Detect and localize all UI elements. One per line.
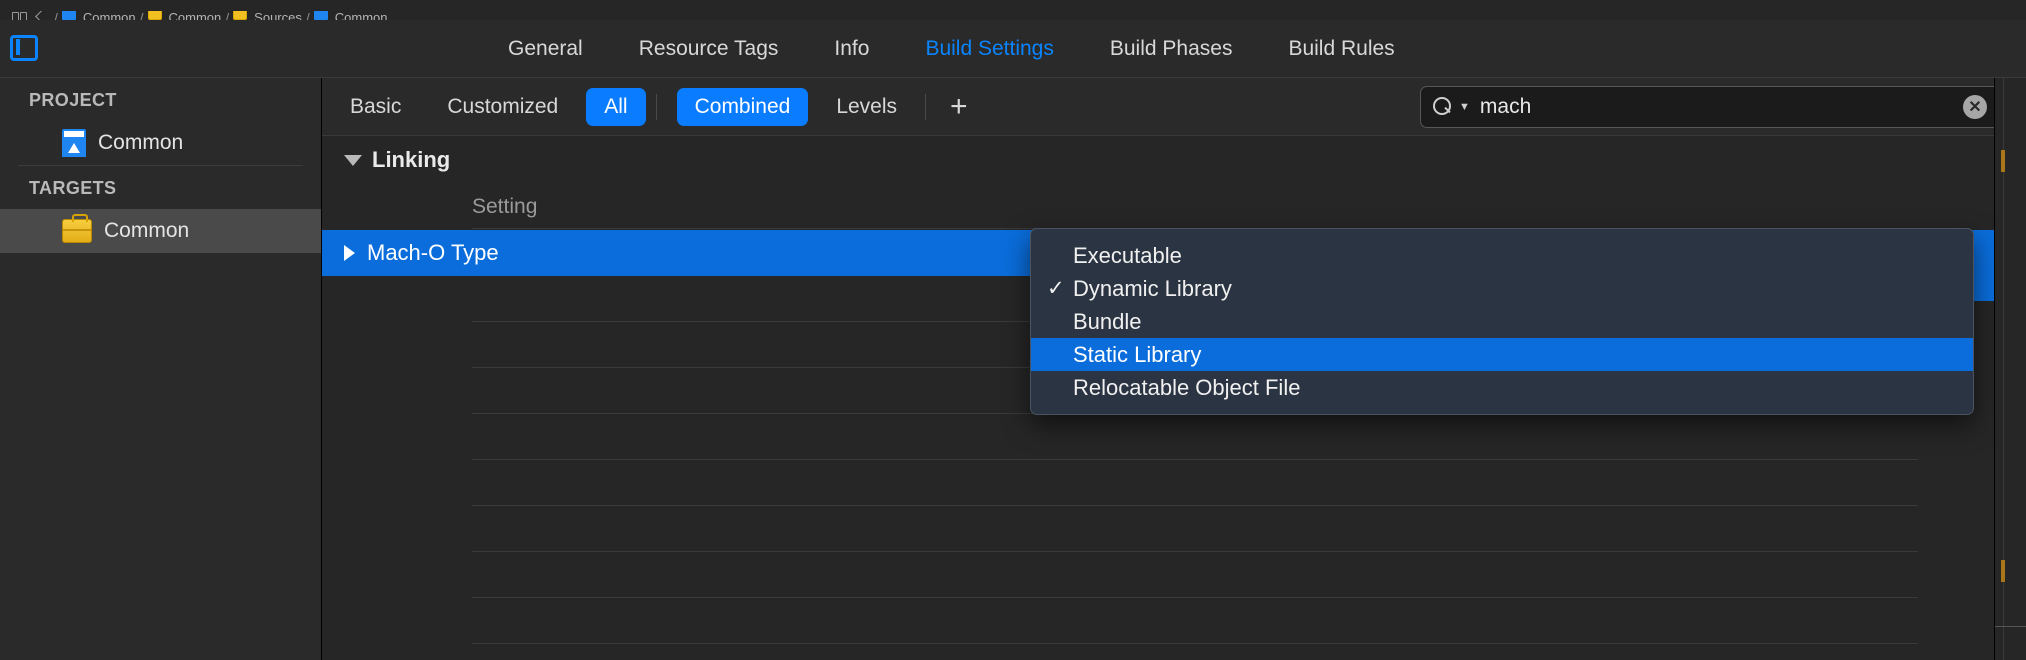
- filter-basic[interactable]: Basic: [332, 88, 419, 126]
- menu-item-label: Dynamic Library: [1073, 275, 1232, 301]
- breadcrumb-item[interactable]: Common: [310, 0, 392, 20]
- breadcrumb[interactable]: / Common / Common / Sources / Common: [0, 0, 2026, 20]
- project-document-icon: [62, 129, 86, 157]
- mach-o-type-dropdown-menu: Executable ✓ Dynamic Library Bundle Stat…: [1030, 228, 1974, 415]
- tab-build-settings[interactable]: Build Settings: [897, 20, 1081, 78]
- table-row[interactable]: [472, 644, 1918, 660]
- tab-build-phases[interactable]: Build Phases: [1082, 20, 1261, 78]
- left-panel-toggle-icon[interactable]: [10, 35, 38, 61]
- sidebar-section-targets: TARGETS: [29, 178, 117, 198]
- filter-customized[interactable]: Customized: [429, 88, 576, 126]
- gutter-marker[interactable]: [2001, 560, 2005, 582]
- breadcrumb-item[interactable]: Sources: [229, 0, 306, 20]
- gutter-divider: [1995, 626, 2026, 627]
- table-row[interactable]: [472, 552, 1918, 598]
- table-row[interactable]: [472, 506, 1918, 552]
- build-settings-filter-bar: Basic Customized All Combined Levels + ▼…: [322, 78, 2026, 136]
- sidebar-section-project: PROJECT: [29, 90, 117, 110]
- sidebar-item-project-common[interactable]: Common: [0, 121, 321, 165]
- filter-all[interactable]: All: [586, 87, 646, 126]
- tab-resource-tags[interactable]: Resource Tags: [611, 20, 807, 78]
- filter-combined[interactable]: Combined: [676, 87, 809, 126]
- setting-name: Mach-O Type: [367, 240, 499, 265]
- menu-item-label: Static Library: [1073, 341, 1202, 367]
- editor-tab-bar: General Resource Tags Info Build Setting…: [0, 20, 2026, 78]
- folder-icon: [147, 11, 163, 20]
- table-row[interactable]: [472, 598, 1918, 644]
- filter-levels[interactable]: Levels: [818, 88, 915, 126]
- breadcrumb-item[interactable]: [8, 0, 31, 20]
- filter-divider: [655, 93, 657, 120]
- triangle-down-icon[interactable]: [344, 154, 362, 166]
- check-icon: ✓: [1047, 277, 1065, 300]
- grid-icon: [12, 11, 27, 20]
- tab-general[interactable]: General: [480, 20, 611, 78]
- tab-build-rules[interactable]: Build Rules: [1260, 20, 1422, 78]
- search-input-value: mach: [1479, 94, 1532, 118]
- menu-item-dynamic-library[interactable]: ✓ Dynamic Library: [1031, 272, 1973, 305]
- table-column-headers: Setting: [322, 184, 1994, 230]
- project-document-icon: [61, 11, 77, 20]
- menu-item-relocatable-object-file[interactable]: Relocatable Object File: [1031, 371, 1973, 404]
- search-container: ▼ mach ✕: [1420, 85, 2000, 128]
- breadcrumb-item[interactable]: [31, 0, 54, 20]
- search-input[interactable]: ▼ mach ✕: [1420, 85, 2000, 128]
- menu-item-label: Relocatable Object File: [1073, 374, 1301, 400]
- breadcrumb-item[interactable]: Common: [144, 0, 226, 20]
- column-header-setting: Setting: [472, 195, 538, 218]
- right-gutter[interactable]: [1994, 78, 2026, 660]
- sidebar-item-label: Common: [104, 219, 190, 242]
- tab-list: General Resource Tags Info Build Setting…: [480, 20, 1423, 78]
- gutter-marker[interactable]: [2001, 150, 2005, 172]
- project-target-sidebar: PROJECT Common TARGETS Common: [0, 78, 322, 660]
- triangle-right-icon[interactable]: [344, 245, 355, 261]
- plus-icon[interactable]: +: [936, 91, 982, 122]
- tab-info[interactable]: Info: [806, 20, 897, 78]
- target-toolbox-icon: [62, 214, 92, 243]
- search-icon: [1433, 96, 1453, 117]
- folder-icon: [233, 11, 248, 20]
- settings-group-linking[interactable]: Linking: [322, 136, 1994, 184]
- breadcrumb-item[interactable]: Common: [58, 0, 140, 20]
- xcode-build-settings-window: / Common / Common / Sources / Common Gen…: [0, 0, 2026, 660]
- table-row[interactable]: [472, 414, 1918, 460]
- menu-item-static-library[interactable]: Static Library: [1031, 338, 1973, 371]
- sidebar-item-target-common[interactable]: Common: [0, 209, 321, 253]
- menu-item-bundle[interactable]: Bundle: [1031, 305, 1973, 338]
- sidebar-item-label: Common: [98, 131, 184, 154]
- menu-item-executable[interactable]: Executable: [1031, 239, 1973, 272]
- filter-divider: [925, 93, 927, 120]
- clear-x-icon[interactable]: ✕: [1963, 94, 1987, 119]
- settings-group-label: Linking: [372, 147, 451, 172]
- menu-item-label: Executable: [1073, 242, 1182, 268]
- project-document-icon: [313, 11, 329, 20]
- back-arrow-icon: [35, 11, 50, 20]
- table-row[interactable]: [472, 460, 1918, 506]
- menu-item-label: Bundle: [1073, 308, 1142, 334]
- chevron-down-icon[interactable]: ▼: [1459, 101, 1470, 113]
